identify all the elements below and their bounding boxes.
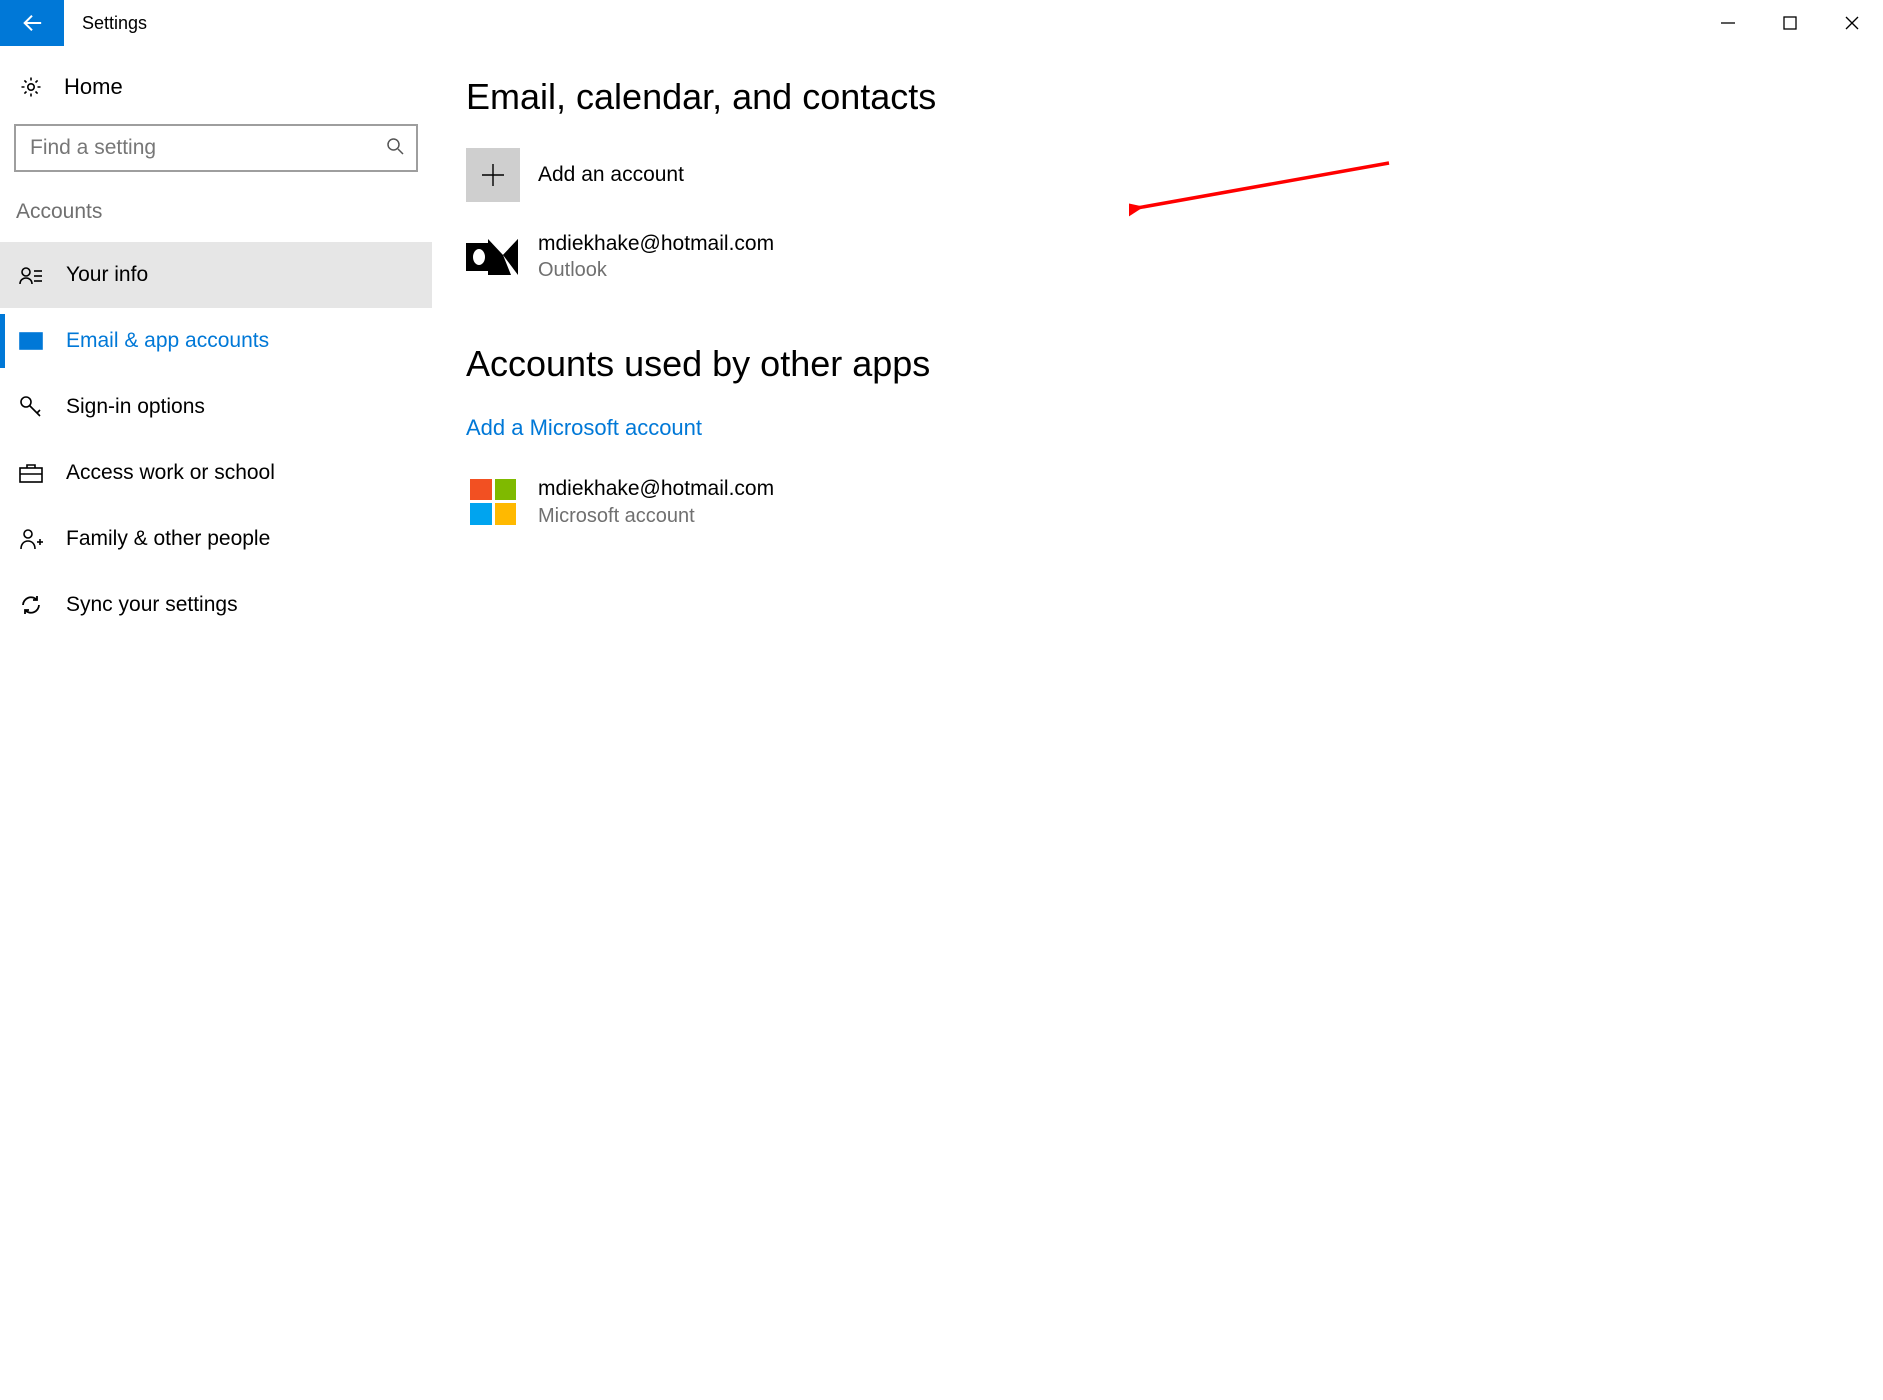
search-input[interactable] [28,135,386,161]
people-plus-icon [19,528,43,550]
sidebar-item-label: Your info [66,263,148,287]
sidebar-item-family-people[interactable]: Family & other people [0,506,432,572]
sidebar-item-access-work-school[interactable]: Access work or school [0,440,432,506]
account-provider: Outlook [538,257,774,283]
account-microsoft[interactable]: mdiekhake@hotmail.com Microsoft account [466,475,1883,528]
close-icon [1845,16,1859,30]
briefcase-icon [19,463,43,483]
sidebar-item-email-app-accounts[interactable]: Email & app accounts [0,308,432,374]
account-outlook[interactable]: mdiekhake@hotmail.com Outlook [466,230,1883,283]
close-button[interactable] [1821,0,1883,46]
account-email: mdiekhake@hotmail.com [538,475,774,502]
search-icon [386,137,404,155]
sidebar-item-sync-settings[interactable]: Sync your settings [0,572,432,638]
sidebar-item-label: Access work or school [66,461,275,485]
main-content: Email, calendar, and contacts Add an acc… [432,46,1883,1400]
sidebar-item-label: Sign-in options [66,395,205,419]
sidebar-item-label: Family & other people [66,527,270,551]
minimize-button[interactable] [1697,0,1759,46]
gear-icon [19,75,43,99]
microsoft-logo-icon [470,479,516,525]
sidebar-category: Accounts [0,200,432,242]
sidebar-item-your-info[interactable]: Your info [0,242,432,308]
sidebar-home[interactable]: Home [0,74,432,124]
window-controls [1697,0,1883,46]
add-account-button[interactable]: Add an account [466,148,1883,202]
person-card-icon [19,265,43,285]
add-account-label: Add an account [538,163,684,187]
window-title: Settings [64,0,147,46]
section-title-other-apps: Accounts used by other apps [466,343,1883,385]
maximize-icon [1783,16,1797,30]
account-email: mdiekhake@hotmail.com [538,230,774,257]
outlook-icon [466,233,520,281]
account-provider: Microsoft account [538,503,774,529]
sidebar-item-label: Sync your settings [66,593,238,617]
title-bar: Settings [0,0,1883,46]
sidebar-item-sign-in-options[interactable]: Sign-in options [0,374,432,440]
minimize-icon [1721,16,1735,30]
back-arrow-icon [21,12,43,34]
maximize-button[interactable] [1759,0,1821,46]
sidebar: Home Accounts Your info Email & app acco… [0,46,432,1400]
section-title-email: Email, calendar, and contacts [466,76,1883,118]
mail-icon [19,332,43,350]
key-icon [19,395,43,419]
add-microsoft-account-link[interactable]: Add a Microsoft account [466,415,702,441]
sync-icon [20,594,42,616]
sidebar-item-label: Email & app accounts [66,329,269,353]
plus-icon [466,148,520,202]
sidebar-home-label: Home [64,74,123,100]
back-button[interactable] [0,0,64,46]
search-box[interactable] [14,124,418,172]
